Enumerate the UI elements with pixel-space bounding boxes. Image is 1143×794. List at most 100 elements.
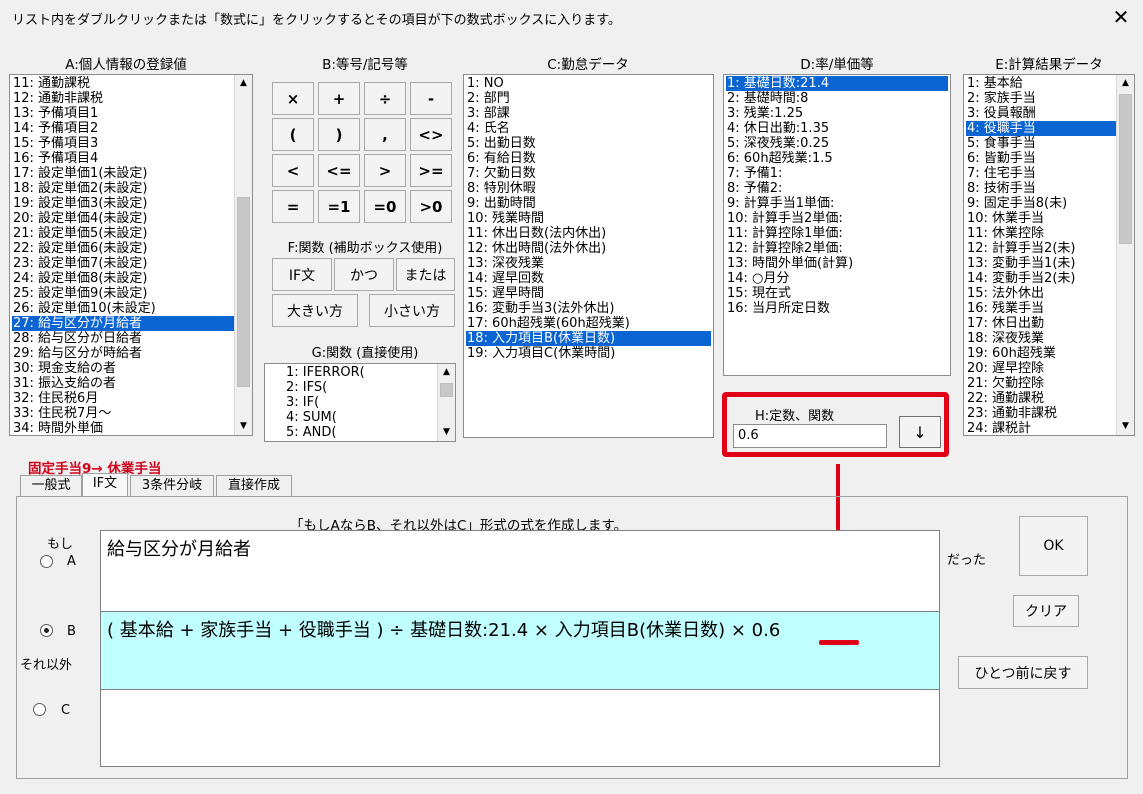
list-item[interactable]: 1: NO xyxy=(466,76,711,91)
list-d-box[interactable]: 1: 基礎日数:21.4 2: 基礎時間:8 3: 残業:1.25 4: 休日出勤:1… xyxy=(723,74,951,376)
list-item[interactable]: 30: 現金支給の者 xyxy=(12,361,234,376)
formula-a-field[interactable]: 給与区分が月給者 xyxy=(100,530,940,612)
list-item[interactable]: 19: 60h超残業 xyxy=(966,346,1116,361)
list-item[interactable]: 31: 振込支給の者 xyxy=(12,376,234,391)
ok-button[interactable]: OK xyxy=(1019,516,1088,576)
list-item[interactable]: 5: AND( xyxy=(285,425,437,440)
list-item[interactable]: 8: 予備2: xyxy=(726,181,948,196)
list-item[interactable]: 11: 休出日数(法内休出) xyxy=(466,226,711,241)
scroll-up-icon[interactable]: ▲ xyxy=(1117,75,1134,92)
list-item[interactable]: 5: 食事手当 xyxy=(966,136,1116,151)
list-item[interactable]: 16: 残業手当 xyxy=(966,301,1116,316)
list-item[interactable]: 3: 残業:1.25 xyxy=(726,106,948,121)
list-item[interactable]: 21: 設定単価5(未設定) xyxy=(12,226,234,241)
list-item[interactable]: 3: IF( xyxy=(285,395,437,410)
equal-one-button[interactable]: =1 xyxy=(318,190,360,223)
list-item[interactable]: 17: 休日出勤 xyxy=(966,316,1116,331)
list-item[interactable]: 10: 残業時間 xyxy=(466,211,711,226)
list-item[interactable]: 13: 変動手当1(未) xyxy=(966,256,1116,271)
list-item[interactable]: 28: 給与区分が日給者 xyxy=(12,331,234,346)
close-button[interactable]: ✕ xyxy=(1106,2,1136,32)
list-item[interactable]: 24: 課税計 xyxy=(966,421,1116,435)
radio-b[interactable] xyxy=(40,624,53,637)
list-item[interactable]: 17: 設定単価1(未設定) xyxy=(12,166,234,181)
list-item[interactable]: 4: 休日出勤:1.35 xyxy=(726,121,948,136)
list-item[interactable]: 18: 深夜残業 xyxy=(966,331,1116,346)
greater-equal-button[interactable]: >= xyxy=(410,154,452,187)
list-item[interactable]: 18: 設定単価2(未設定) xyxy=(12,181,234,196)
and-button[interactable]: かつ xyxy=(334,258,394,291)
list-item[interactable]: 2: 家族手当 xyxy=(966,91,1116,106)
list-g-box[interactable]: 1: IFERROR(2: IFS(3: IF(4: SUM(5: AND( ▲… xyxy=(264,363,456,442)
list-item[interactable]: 16: 当月所定日数 xyxy=(726,301,948,316)
list-item[interactable]: 26: 設定単価10(未設定) xyxy=(12,301,234,316)
list-item[interactable]: 5: 出勤日数 xyxy=(466,136,711,151)
list-item[interactable]: 5: 深夜残業:0.25 xyxy=(726,136,948,151)
scroll-thumb[interactable] xyxy=(1119,94,1132,244)
list-item[interactable]: 9: 固定手当8(未) xyxy=(966,196,1116,211)
list-item[interactable]: 7: 予備1: xyxy=(726,166,948,181)
list-item[interactable]: 32: 住民税6月 xyxy=(12,391,234,406)
list-item[interactable]: 7: 住宅手当 xyxy=(966,166,1116,181)
divide-button[interactable]: ÷ xyxy=(364,82,406,115)
equal-zero-button[interactable]: =0 xyxy=(364,190,406,223)
scroll-up-icon[interactable]: ▲ xyxy=(235,75,252,92)
list-c-box[interactable]: 1: NO 2: 部門 3: 部課 4: 氏名 5: 出勤日数 6: 有給日数 7: 欠勤日… xyxy=(463,74,714,438)
not-equal-button[interactable]: <> xyxy=(410,118,452,151)
list-item[interactable]: 12: 計算控除2単価: xyxy=(726,241,948,256)
tab-direct[interactable]: 直接作成 xyxy=(216,475,292,497)
greater-zero-button[interactable]: >0 xyxy=(410,190,452,223)
list-item[interactable]: 1: IFERROR( xyxy=(285,365,437,380)
list-item[interactable]: 20: 遅早控除 xyxy=(966,361,1116,376)
list-item[interactable]: 24: 設定単価8(未設定) xyxy=(12,271,234,286)
list-item[interactable]: 18: 入力項目B(休業日数) xyxy=(466,331,711,346)
list-item[interactable]: 21: 欠勤控除 xyxy=(966,376,1116,391)
list-item[interactable]: 15: 法外休出 xyxy=(966,286,1116,301)
list-item[interactable]: 12: 休出時間(法外休出) xyxy=(466,241,711,256)
open-paren-button[interactable]: ( xyxy=(272,118,314,151)
radio-c[interactable] xyxy=(33,703,46,716)
constant-input[interactable]: 0.6 xyxy=(733,424,887,448)
list-item[interactable]: 29: 給与区分が時給者 xyxy=(12,346,234,361)
list-item[interactable]: 9: 出勤時間 xyxy=(466,196,711,211)
list-item[interactable]: 6: 皆勤手当 xyxy=(966,151,1116,166)
undo-button[interactable]: ひとつ前に戻す xyxy=(958,656,1088,689)
tab-general[interactable]: 一般式 xyxy=(20,475,82,497)
list-e-box[interactable]: 1: 基本給 2: 家族手当 3: 役員報酬 4: 役職手当 5: 食事手当 6: 皆勤手… xyxy=(963,74,1135,436)
list-item[interactable]: 19: 入力項目C(休業時間) xyxy=(466,346,711,361)
list-item[interactable]: 17: 60h超残業(60h超残業) xyxy=(466,316,711,331)
list-item[interactable]: 12: 計算手当2(未) xyxy=(966,241,1116,256)
scroll-thumb[interactable] xyxy=(440,383,453,397)
list-item[interactable]: 22: 設定単価6(未設定) xyxy=(12,241,234,256)
list-item[interactable]: 6: 60h超残業:1.5 xyxy=(726,151,948,166)
equal-button[interactable]: = xyxy=(272,190,314,223)
list-g-scrollbar[interactable]: ▲ ▼ xyxy=(437,364,455,441)
list-item[interactable]: 2: IFS( xyxy=(285,380,437,395)
max-button[interactable]: 大きい方 xyxy=(272,294,358,327)
list-item[interactable]: 14: 遅早回数 xyxy=(466,271,711,286)
list-item[interactable]: 6: 有給日数 xyxy=(466,151,711,166)
comma-button[interactable]: , xyxy=(364,118,406,151)
list-item[interactable]: 27: 給与区分が月給者 xyxy=(12,316,234,331)
insert-down-button[interactable]: ↓ xyxy=(899,416,941,448)
list-item[interactable]: 8: 特別休暇 xyxy=(466,181,711,196)
list-item[interactable]: 11: 休業控除 xyxy=(966,226,1116,241)
list-item[interactable]: 25: 設定単価9(未設定) xyxy=(12,286,234,301)
greater-than-button[interactable]: > xyxy=(364,154,406,187)
list-item[interactable]: 13: 予備項目1 xyxy=(12,106,234,121)
list-item[interactable]: 14: ○月分 xyxy=(726,271,948,286)
list-item[interactable]: 14: 予備項目2 xyxy=(12,121,234,136)
list-item[interactable]: 7: 欠勤日数 xyxy=(466,166,711,181)
less-equal-button[interactable]: <= xyxy=(318,154,360,187)
if-button[interactable]: IF文 xyxy=(272,258,332,291)
list-item[interactable]: 10: 休業手当 xyxy=(966,211,1116,226)
list-item[interactable]: 34: 時間外単価 xyxy=(12,421,234,435)
minus-button[interactable]: - xyxy=(410,82,452,115)
list-item[interactable]: 4: 役職手当 xyxy=(966,121,1116,136)
scroll-down-icon[interactable]: ▼ xyxy=(1117,418,1134,435)
list-item[interactable]: 12: 通勤非課税 xyxy=(12,91,234,106)
scroll-down-icon[interactable]: ▼ xyxy=(235,418,252,435)
formula-b-field[interactable]: ( 基本給 + 家族手当 + 役職手当 ) ÷ 基礎日数:21.4 × 入力項目… xyxy=(100,611,940,690)
list-item[interactable]: 19: 設定単価3(未設定) xyxy=(12,196,234,211)
list-item[interactable]: 15: 予備項目3 xyxy=(12,136,234,151)
